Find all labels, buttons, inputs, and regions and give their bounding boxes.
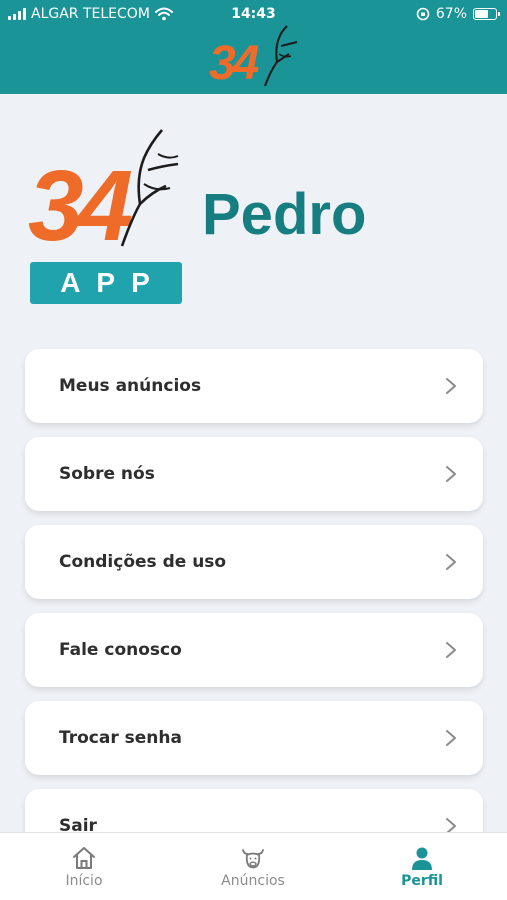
menu-item-label: Condições de uso (59, 552, 227, 572)
orientation-lock-icon (416, 7, 430, 21)
chevron-right-icon (446, 554, 456, 570)
nav-tab-label: Anúncios (221, 873, 285, 889)
chevron-right-icon (446, 730, 456, 746)
menu-item-fale-conosco[interactable]: Fale conosco (25, 613, 483, 687)
menu-item-sobre-nos[interactable]: Sobre nós (25, 437, 483, 511)
battery-fill (475, 10, 488, 18)
chevron-right-icon (446, 466, 456, 482)
brand-logo: 34 (28, 126, 188, 256)
header-logo: 34 (205, 24, 300, 92)
ox-horns-icon (264, 25, 298, 87)
nav-tab-label: Início (65, 873, 103, 889)
menu-item-trocar-senha[interactable]: Trocar senha (25, 701, 483, 775)
brand-block: 34 Pedro APP (28, 126, 488, 311)
app-header: ALGAR TELECOM 14:43 67% 34 (0, 0, 507, 94)
nav-tab-inicio[interactable]: Início (24, 833, 144, 900)
cow-icon (242, 849, 264, 869)
nav-tab-label: Perfil (401, 873, 443, 889)
chevron-right-icon (446, 378, 456, 394)
battery-percent: 67% (435, 6, 467, 22)
user-name: Pedro (202, 182, 367, 247)
profile-menu: Meus anúncios Sobre nós Condições de uso… (25, 349, 483, 877)
menu-item-label: Meus anúncios (59, 376, 202, 396)
chevron-right-icon (446, 642, 456, 658)
menu-item-condicoes-de-uso[interactable]: Condições de uso (25, 525, 483, 599)
nav-tab-perfil[interactable]: Perfil (362, 833, 482, 900)
menu-item-meus-anuncios[interactable]: Meus anúncios (25, 349, 483, 423)
home-icon (73, 847, 95, 869)
menu-item-label: Trocar senha (59, 728, 182, 748)
user-icon (412, 847, 432, 870)
app-badge: APP (30, 262, 182, 304)
menu-item-label: Sobre nós (59, 464, 155, 484)
nav-tab-anuncios[interactable]: Anúncios (193, 833, 313, 900)
battery-icon (473, 8, 500, 20)
status-right: 67% (416, 6, 500, 22)
menu-item-label: Fale conosco (59, 640, 182, 660)
bottom-nav: Início Anúncios Perfil (0, 832, 507, 900)
ox-head-icon (120, 129, 179, 247)
